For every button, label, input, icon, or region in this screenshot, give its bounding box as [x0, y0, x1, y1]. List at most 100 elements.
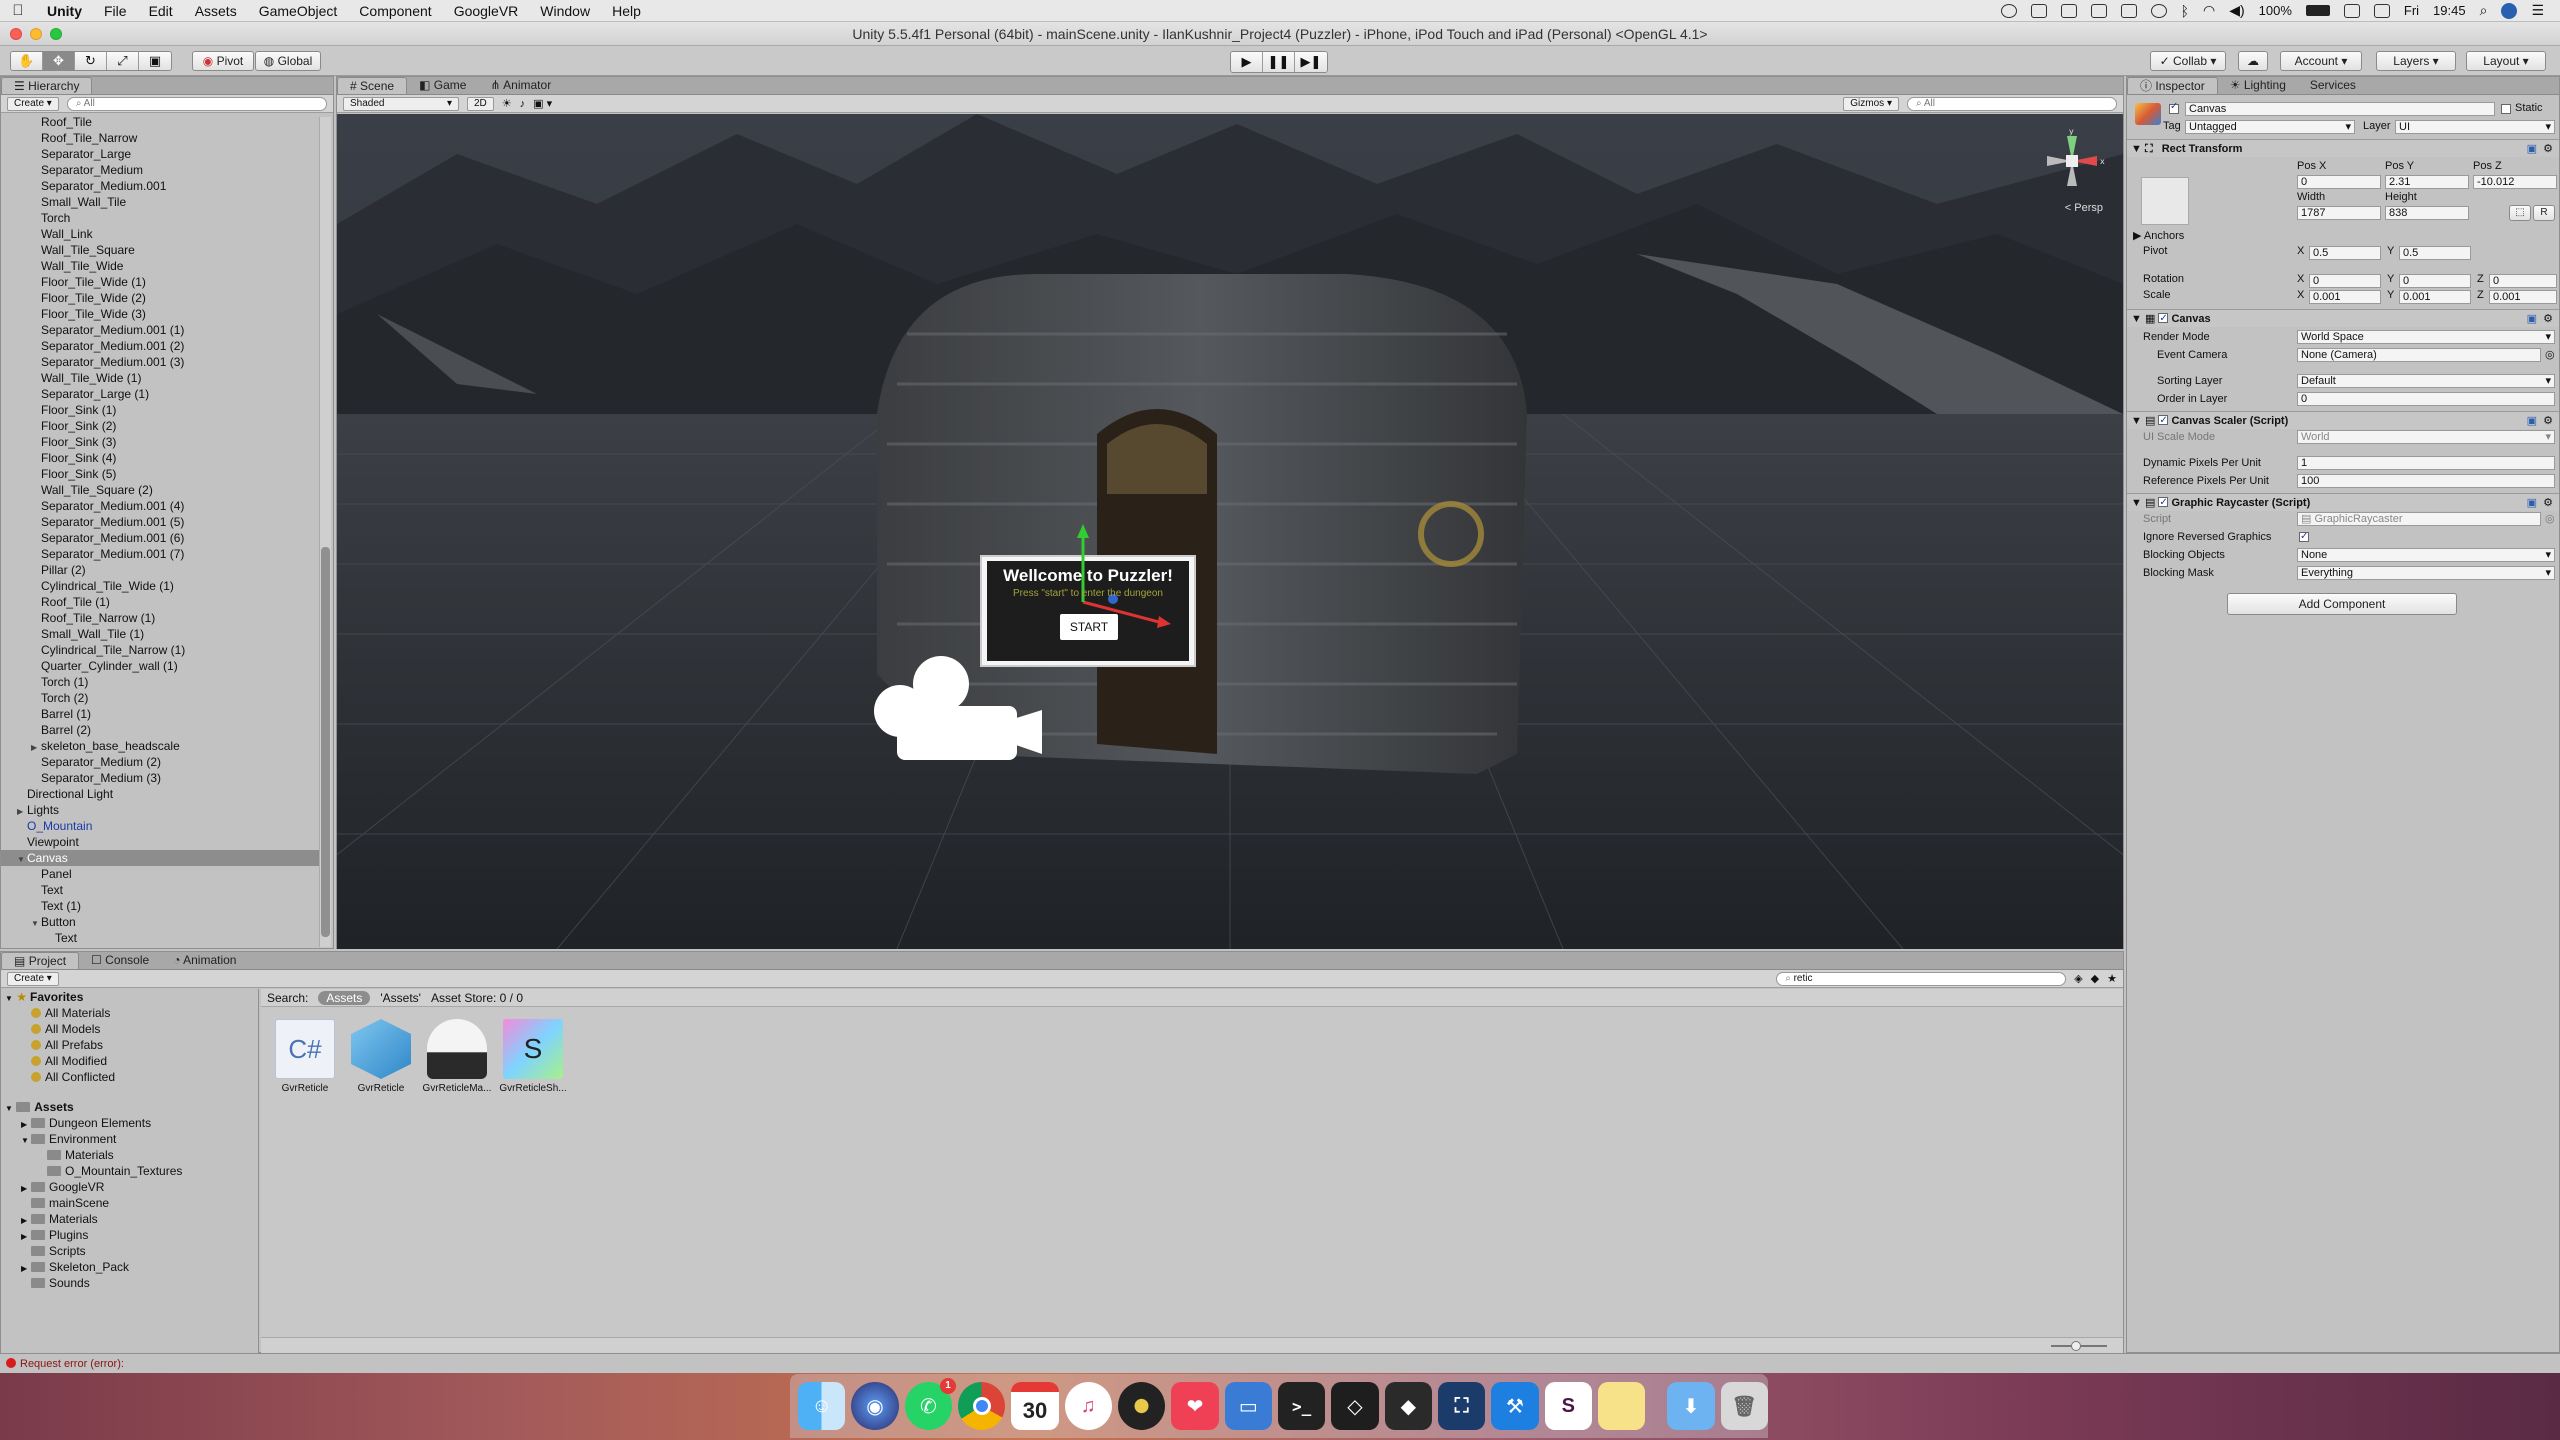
menubar-day[interactable]: Fri [2404, 3, 2419, 18]
gear-icon[interactable]: ⚙ [2543, 494, 2553, 512]
canvas-scaler-header[interactable]: ▼ ▤ Canvas Scaler (Script) ▣ ⚙ [2127, 411, 2559, 430]
cloud-button[interactable]: ☁ [2238, 51, 2268, 71]
gear-icon[interactable]: ⚙ [2543, 310, 2553, 328]
hierarchy-item[interactable]: Floor_Sink (3) [1, 434, 319, 450]
hierarchy-item[interactable]: Floor_Sink (2) [1, 418, 319, 434]
rot-x-field[interactable]: 0 [2309, 274, 2381, 288]
event-camera-field[interactable]: None (Camera) [2297, 348, 2541, 362]
tab-game[interactable]: ◧ Game [407, 77, 478, 94]
tab-animator[interactable]: ⋔ Animator [478, 77, 563, 94]
hierarchy-item[interactable]: Separator_Medium.001 (3) [1, 354, 319, 370]
apple-icon[interactable]:  [0, 2, 36, 19]
favorites-row[interactable]: ▼ ★ Favorites [1, 989, 258, 1005]
battery-icon[interactable] [2305, 5, 2330, 16]
hierarchy-item[interactable]: Separator_Medium.001 [1, 178, 319, 194]
tab-console[interactable]: ☐ Console [79, 952, 161, 969]
ignore-reversed-checkbox[interactable] [2299, 529, 2309, 545]
expanded-triangle-icon[interactable]: ▼ [31, 916, 41, 932]
hierarchy-item[interactable]: EventSystem [1, 946, 319, 948]
spotlight-icon[interactable]: ⌕ [2480, 2, 2488, 19]
hierarchy-item[interactable]: Roof_Tile [1, 114, 319, 130]
hierarchy-item[interactable]: Separator_Medium.001 (1) [1, 322, 319, 338]
orientation-gizmo[interactable]: x y [2037, 126, 2107, 196]
star-icon[interactable]: ★ [2107, 972, 2117, 985]
hierarchy-create-dropdown[interactable]: Create ▾ [7, 96, 59, 111]
menubar-clock[interactable]: 19:45 [2433, 3, 2466, 18]
hierarchy-search-input[interactable]: ⌕ All [66, 96, 327, 111]
time-machine-icon[interactable] [2000, 3, 2017, 18]
hierarchy-item[interactable]: Separator_Medium.001 (7) [1, 546, 319, 562]
assets-root-row[interactable]: ▼ Assets [1, 1099, 258, 1115]
rect-tool-icon[interactable]: ▣ [139, 52, 171, 70]
icon-size-slider[interactable] [2051, 1341, 2107, 1351]
hierarchy-scrollbar[interactable] [319, 117, 331, 947]
menu-gameobject[interactable]: GameObject [248, 3, 349, 19]
scale-tool-icon[interactable]: ⤢ [107, 52, 139, 70]
hierarchy-item[interactable]: ▶ skeleton_base_headscale [1, 738, 319, 754]
hierarchy-item[interactable]: Wall_Tile_Square (2) [1, 482, 319, 498]
anchor-preset-icon[interactable] [2141, 177, 2189, 225]
hierarchy-item[interactable]: Separator_Medium [1, 162, 319, 178]
hierarchy-item[interactable]: Small_Wall_Tile (1) [1, 626, 319, 642]
pivot-y-field[interactable]: 0.5 [2399, 246, 2471, 260]
hierarchy-item[interactable]: Roof_Tile_Narrow [1, 130, 319, 146]
2d-toggle[interactable]: 2D [467, 96, 494, 111]
display-icon[interactable] [2090, 3, 2107, 18]
layers-dropdown[interactable]: Layers ▾ [2376, 51, 2456, 71]
static-checkbox[interactable] [2501, 104, 2511, 114]
anchors-foldout[interactable]: ▶ Anchors [2133, 229, 2184, 242]
tab-scene[interactable]: # Scene [337, 77, 408, 94]
project-search-input[interactable]: ⌕ retic [1776, 971, 2067, 986]
gpu-icon[interactable] [2120, 3, 2137, 18]
scale-x-field[interactable]: 0.001 [2309, 290, 2381, 304]
hierarchy-scroll-thumb[interactable] [321, 547, 330, 937]
favorite-item[interactable]: All Materials [1, 1005, 258, 1021]
hierarchy-item[interactable]: Separator_Medium.001 (2) [1, 338, 319, 354]
pivot-x-field[interactable]: 0.5 [2309, 246, 2381, 260]
hierarchy-item[interactable]: Cylindrical_Tile_Narrow (1) [1, 642, 319, 658]
hierarchy-item[interactable]: Panel [1, 866, 319, 882]
step-icon[interactable]: ▶❚ [1295, 52, 1327, 72]
menu-app-name[interactable]: Unity [36, 3, 93, 19]
keyboard-icon[interactable] [2373, 3, 2390, 18]
hierarchy-item[interactable]: Separator_Medium (2) [1, 754, 319, 770]
effects-toggle-icon[interactable]: ▣ ▾ [533, 97, 552, 110]
hierarchy-item[interactable]: Text [1, 882, 319, 898]
rot-y-field[interactable]: 0 [2399, 274, 2471, 288]
asset-store-count[interactable]: Asset Store: 0 / 0 [431, 991, 523, 1005]
raw-edit-button[interactable]: R [2533, 205, 2555, 221]
hierarchy-item[interactable]: Floor_Tile_Wide (1) [1, 274, 319, 290]
object-picker-icon[interactable]: ◎ [2545, 347, 2555, 363]
volume-icon[interactable]: ◀) [2229, 2, 2244, 19]
hierarchy-item[interactable]: Wall_Tile_Wide [1, 258, 319, 274]
menu-assets[interactable]: Assets [184, 3, 248, 19]
shading-dropdown[interactable]: Shaded ▾ [343, 96, 459, 111]
hierarchy-item[interactable]: Torch (2) [1, 690, 319, 706]
favorite-item[interactable]: All Modified [1, 1053, 258, 1069]
siri-icon[interactable]: ◉ [851, 1382, 899, 1430]
menu-file[interactable]: File [93, 3, 138, 19]
steam-icon[interactable] [2060, 3, 2077, 18]
whatsapp-icon[interactable]: ✆ 1 [904, 1378, 956, 1430]
blueprint-button[interactable]: ⬚ [2509, 205, 2531, 221]
hierarchy-item[interactable]: Pillar (2) [1, 562, 319, 578]
xcode-icon[interactable]: ⚒ [1491, 1382, 1539, 1430]
unity-hub-icon[interactable]: ◆ [1384, 1382, 1432, 1430]
sorting-layer-dropdown[interactable]: Default ▾ [2297, 374, 2555, 388]
pause-icon[interactable]: ❚❚ [1263, 52, 1295, 72]
hierarchy-item[interactable]: Directional Light [1, 786, 319, 802]
canvas-scaler-enabled-checkbox[interactable] [2158, 412, 2169, 430]
rot-z-field[interactable]: 0 [2489, 274, 2557, 288]
folder-item[interactable]: ▼ Environment [1, 1131, 258, 1147]
hierarchy-item[interactable]: Floor_Sink (1) [1, 402, 319, 418]
folder-item[interactable]: Sounds [1, 1275, 258, 1291]
folder-item[interactable]: Materials [1, 1147, 258, 1163]
terminal-icon[interactable]: >_ [1277, 1382, 1326, 1430]
active-checkbox[interactable] [2169, 101, 2179, 114]
rect-transform-header[interactable]: ▼ ⛶ Rect Transform ▣ ⚙ [2127, 139, 2559, 157]
persp-label[interactable]: < Persp [2065, 202, 2103, 214]
menu-component[interactable]: Component [348, 3, 442, 19]
help-icon[interactable]: ▣ [2527, 310, 2537, 328]
hand-tool-icon[interactable]: ✋ [11, 52, 43, 70]
asset-gvrreticle-script[interactable]: C# GvrReticle [265, 1019, 345, 1094]
